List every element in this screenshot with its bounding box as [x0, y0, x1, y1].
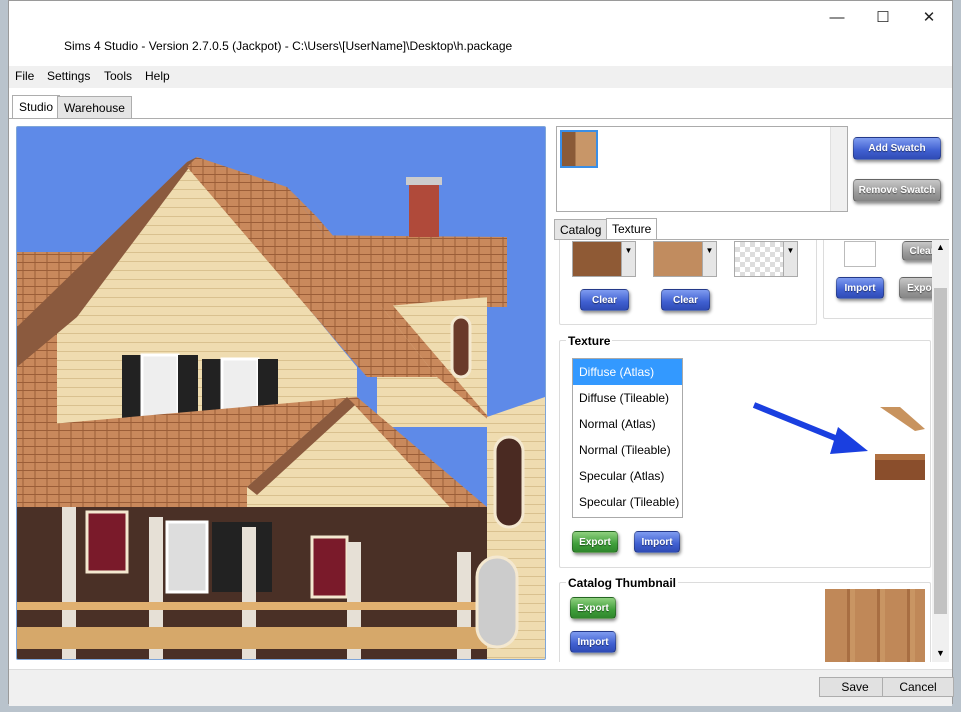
chevron-down-icon[interactable]: ▼ [936, 648, 945, 658]
menu-settings[interactable]: Settings [47, 69, 90, 83]
right-panel: Add Swatch Remove Swatch Catalog Texture… [549, 119, 954, 669]
import-button-mask[interactable]: Import [836, 277, 884, 299]
save-button[interactable]: Save [819, 677, 891, 697]
menu-bar: File Settings Tools Help [9, 66, 952, 88]
catalog-thumbnail-group: Catalog Thumbnail Export Import [559, 576, 931, 662]
list-item[interactable]: Normal (Atlas) [573, 411, 682, 437]
tab-warehouse[interactable]: Warehouse [57, 96, 132, 118]
window-title: Sims 4 Studio - Version 2.7.0.5 (Jackpot… [64, 39, 513, 53]
title-bar: Sims 4 Studio - Version 2.7.0.5 (Jackpot… [9, 1, 952, 65]
mask-preview [844, 241, 876, 267]
main-tabs: Studio Warehouse [9, 95, 952, 119]
remove-swatch-button[interactable]: Remove Swatch [853, 179, 941, 202]
swatch-list[interactable] [556, 126, 848, 212]
mask-group: Clear Import Export [823, 240, 947, 319]
chevron-down-icon[interactable]: ▼ [702, 241, 717, 277]
add-swatch-button[interactable]: Add Swatch [853, 137, 941, 160]
maximize-icon[interactable]: ☐ [860, 5, 906, 29]
cancel-button[interactable]: Cancel [882, 677, 954, 697]
house-render [17, 157, 545, 659]
catalog-thumbnail-title: Catalog Thumbnail [566, 576, 678, 590]
texture-group-title: Texture [566, 334, 613, 348]
list-item[interactable]: Normal (Tileable) [573, 437, 682, 463]
swatch-scrollbar[interactable] [830, 127, 847, 211]
tab-catalog[interactable]: Catalog [554, 219, 608, 239]
panel-scrollbar[interactable]: ▲ ▼ [932, 240, 949, 662]
clear-button-2[interactable]: Clear [661, 289, 710, 311]
list-item[interactable]: Specular (Tileable) [573, 489, 682, 515]
list-item[interactable]: Specular (Atlas) [573, 463, 682, 489]
arrow-annotation [752, 402, 925, 480]
swatch-colors-group: ▼ ▼ ▼ Clear Clear [559, 240, 817, 325]
export-button-thumbnail[interactable]: Export [570, 597, 616, 619]
minimize-icon[interactable]: — [814, 5, 860, 29]
tab-studio[interactable]: Studio [12, 95, 61, 118]
chevron-up-icon[interactable]: ▲ [936, 242, 945, 252]
list-item[interactable]: Diffuse (Tileable) [573, 385, 682, 411]
menu-tools[interactable]: Tools [104, 69, 132, 83]
sub-tabs: Catalog Texture [554, 218, 674, 241]
texture-panel: ▼ ▼ ▼ Clear Clear Clear Import Export Te… [554, 239, 949, 662]
chevron-down-icon[interactable]: ▼ [621, 241, 636, 277]
swatch-thumbnail[interactable] [560, 130, 598, 168]
clear-button-1[interactable]: Clear [580, 289, 629, 311]
3d-preview-viewport[interactable] [16, 126, 546, 660]
catalog-thumbnail-preview [825, 589, 925, 662]
list-item[interactable]: Diffuse (Atlas) [573, 359, 682, 385]
app-window: Sims 4 Studio - Version 2.7.0.5 (Jackpot… [8, 0, 954, 706]
chevron-down-icon[interactable]: ▼ [783, 241, 798, 277]
scrollbar-thumb[interactable] [934, 288, 947, 614]
studio-content: Add Swatch Remove Swatch Catalog Texture… [9, 118, 952, 669]
close-icon[interactable]: ✕ [906, 5, 952, 29]
export-button-texture[interactable]: Export [572, 531, 618, 553]
footer-bar: Save Cancel [9, 669, 954, 706]
tab-texture[interactable]: Texture [606, 218, 658, 239]
import-button-texture[interactable]: Import [634, 531, 680, 553]
import-button-thumbnail[interactable]: Import [570, 631, 616, 653]
texture-list[interactable]: Diffuse (Atlas) Diffuse (Tileable) Norma… [572, 358, 683, 518]
menu-file[interactable]: File [15, 69, 34, 83]
texture-group: Texture Diffuse (Atlas) Diffuse (Tileabl… [559, 334, 931, 568]
menu-help[interactable]: Help [145, 69, 170, 83]
